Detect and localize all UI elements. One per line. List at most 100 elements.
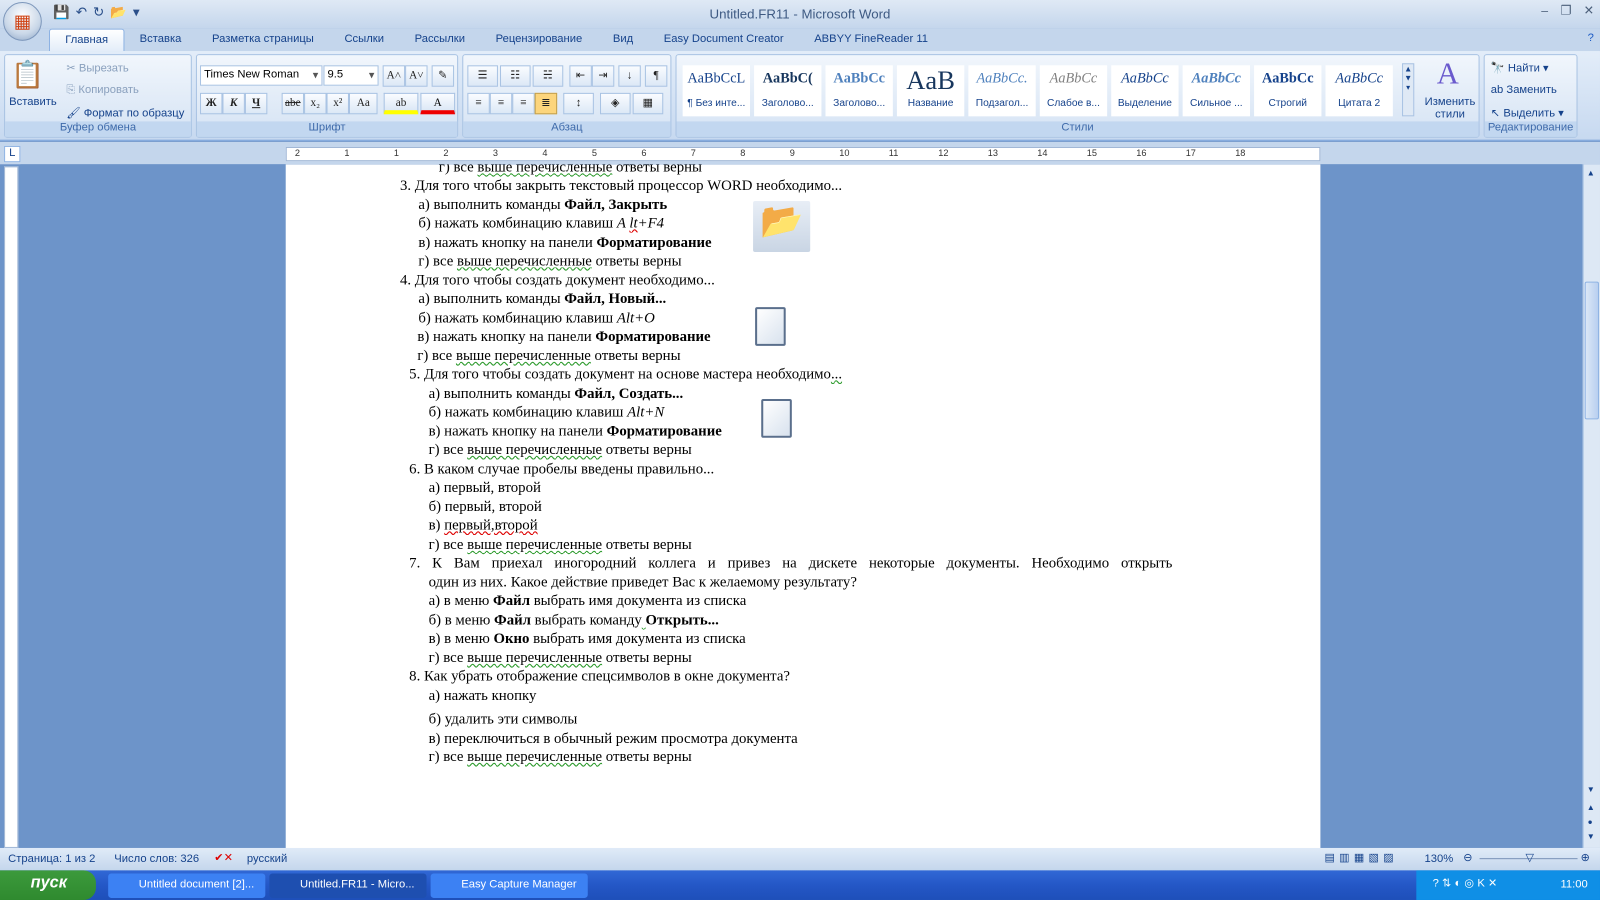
zoom-slider-handle[interactable]: ▽	[1525, 851, 1534, 864]
style-intense-emphasis[interactable]: AaBbCc Сильное ...	[1182, 65, 1250, 117]
document-line: в) нажать кнопку на панели Форматировани…	[428, 423, 722, 440]
tab-mailings[interactable]: Рассылки	[399, 29, 480, 51]
tab-abbyy[interactable]: ABBYY FineReader 11	[799, 29, 943, 51]
tab-review[interactable]: Рецензирование	[480, 29, 597, 51]
style-heading-1[interactable]: AaBbC(Заголово...	[754, 65, 822, 117]
ruler-mark: 8	[740, 147, 746, 159]
zoom-out-icon[interactable]: ⊖	[1463, 851, 1472, 864]
next-page-icon[interactable]: ▼	[1587, 832, 1595, 841]
help-icon[interactable]: ?	[1588, 32, 1594, 44]
copy-button[interactable]: ⎘ Копировать	[66, 84, 139, 97]
document-line: а) выполнить команды Файл, Создать...	[428, 385, 684, 403]
paste-icon[interactable]: 📋	[11, 59, 44, 91]
style-heading-2[interactable]: AaBbCc Заголово...	[825, 65, 893, 117]
font-color-icon[interactable]: A	[420, 92, 456, 115]
align-right-icon[interactable]: ≡	[512, 92, 535, 115]
style-subtitle[interactable]: AaBbCc. Подзагол...	[968, 65, 1036, 117]
tab-page-layout[interactable]: Разметка страницы	[197, 29, 329, 51]
ruler-mark: 5	[591, 147, 597, 159]
change-styles-icon: A	[1436, 57, 1459, 91]
scroll-down-icon[interactable]: ▼	[1587, 785, 1595, 794]
line-spacing-icon[interactable]: ↕	[563, 92, 594, 115]
document-line: 6. В каком случае пробелы введены правил…	[409, 461, 715, 478]
bold-button[interactable]: Ж	[199, 92, 223, 115]
bullets-icon[interactable]: ☰	[467, 65, 498, 87]
superscript-button[interactable]: x²	[326, 92, 349, 115]
change-styles-button[interactable]: Изменить стили	[1421, 96, 1478, 120]
minimize-button[interactable]: –	[1541, 3, 1548, 17]
scroll-up-icon[interactable]: ▲	[1587, 168, 1595, 177]
select-button[interactable]: ↖ Выделить ▾	[1491, 106, 1564, 119]
document-line: г) все выше перечисленные ответы верны	[428, 441, 692, 459]
vertical-ruler[interactable]	[4, 166, 19, 848]
cut-button[interactable]: ✂ Вырезать	[66, 61, 128, 74]
numbering-icon[interactable]: ☷	[499, 65, 531, 87]
justify-icon[interactable]: ≣	[534, 92, 558, 115]
borders-icon[interactable]: ▦	[632, 92, 664, 115]
tab-references[interactable]: Ссылки	[329, 29, 399, 51]
tab-insert[interactable]: Вставка	[124, 29, 196, 51]
tab-view[interactable]: Вид	[598, 29, 649, 51]
ruler-mark: 11	[888, 147, 899, 159]
style-quote-2[interactable]: AaBbCc Цитата 2	[1325, 65, 1393, 117]
font-label: Шрифт	[196, 121, 458, 137]
document-page[interactable]: г) все выше перечисленные ответы верны 3.…	[285, 164, 1321, 848]
subscript-button[interactable]: x₂	[304, 92, 327, 115]
italic-button[interactable]: К	[222, 92, 245, 115]
tray-icons[interactable]: ? ⇅ ◐ ◎ K ✕	[1433, 877, 1498, 890]
strikethrough-button[interactable]: abe	[281, 92, 305, 115]
spelling-check-icon[interactable]: ✔✕	[214, 851, 233, 864]
close-button[interactable]: ✕	[1584, 3, 1594, 17]
styles-scroll[interactable]: ▲ ▼ ▾	[1402, 63, 1415, 117]
clipboard-group: 📋 Вставить ✂ Вырезать ⎘ Копировать 🖌 Фор…	[4, 54, 192, 138]
zoom-level[interactable]: 130%	[1424, 853, 1453, 865]
scrollbar-thumb[interactable]	[1584, 281, 1599, 420]
format-painter-button[interactable]: 🖌 Формат по образцу	[66, 106, 184, 119]
multilevel-list-icon[interactable]: ☵	[532, 65, 564, 87]
page-count[interactable]: Страница: 1 из 2	[8, 853, 95, 865]
replace-button[interactable]: ab Заменить	[1491, 84, 1557, 96]
style-no-spacing[interactable]: AaBbCcL ¶ Без инте...	[682, 65, 750, 117]
vertical-scrollbar[interactable]: ▲ ▼ ▲ ● ▼	[1582, 164, 1600, 848]
style-strong[interactable]: AaBbCc Строгий	[1254, 65, 1322, 117]
sort-icon[interactable]: ↓	[618, 65, 641, 87]
shrink-font-icon[interactable]: A˅	[405, 65, 428, 87]
decrease-indent-icon[interactable]: ⇤	[569, 65, 592, 87]
taskbar-item-active[interactable]: Untitled.FR11 - Micro...	[269, 873, 427, 898]
previous-page-icon[interactable]: ▲	[1587, 803, 1595, 812]
find-button[interactable]: 🔭 Найти ▾	[1491, 61, 1549, 74]
font-size-select[interactable]: 9.5 ▾	[323, 65, 379, 86]
taskbar-item[interactable]: Easy Capture Manager	[430, 873, 588, 898]
tab-home[interactable]: Главная	[48, 28, 125, 52]
highlight-icon[interactable]: ab	[383, 92, 419, 115]
view-buttons[interactable]: ▤▥▦▧▨	[1324, 851, 1397, 864]
change-case-button[interactable]: Aa	[348, 92, 378, 115]
underline-button[interactable]: Ч	[244, 92, 268, 115]
horizontal-ruler[interactable]: 2 1 1 2 3 4 5 6 7 8 9 10 11 12 13 14 15 16 17 18	[285, 146, 1321, 162]
start-button[interactable]: пуск	[0, 870, 96, 900]
shading-icon[interactable]: ◈	[599, 92, 631, 115]
ruler-mark: 7	[690, 147, 696, 159]
tab-easy-document-creator[interactable]: Easy Document Creator	[648, 29, 798, 51]
increase-indent-icon[interactable]: ⇥	[591, 65, 615, 87]
align-center-icon[interactable]: ≡	[489, 92, 513, 115]
select-browse-object-icon[interactable]: ●	[1588, 817, 1593, 826]
align-left-icon[interactable]: ≡	[467, 92, 490, 115]
language-indicator[interactable]: русский	[247, 853, 287, 865]
paste-button[interactable]: Вставить	[9, 96, 57, 108]
clear-format-icon[interactable]: ✎	[431, 65, 455, 87]
word-count[interactable]: Число слов: 326	[114, 853, 199, 865]
restore-button[interactable]: ❐	[1560, 3, 1571, 17]
style-emphasis[interactable]: AaBbCc Выделение	[1111, 65, 1179, 117]
font-name-select[interactable]: Times New Roman ▾	[199, 65, 323, 86]
ribbon-tabs: Главная Вставка Разметка страницы Ссылки…	[0, 28, 1600, 52]
ruler-mark: 18	[1235, 147, 1246, 159]
style-subtle-emphasis[interactable]: AaBbCc Слабое в...	[1039, 65, 1108, 117]
grow-font-icon[interactable]: A˄	[382, 65, 406, 87]
taskbar-item[interactable]: Untitled document [2]...	[108, 873, 266, 898]
zoom-in-icon[interactable]: ⊕	[1581, 851, 1590, 864]
tab-selector[interactable]: L	[4, 145, 21, 163]
office-button[interactable]: ▦	[3, 2, 42, 41]
style-title[interactable]: AaB Название	[896, 65, 965, 117]
show-formatting-button[interactable]: ¶	[644, 65, 668, 87]
